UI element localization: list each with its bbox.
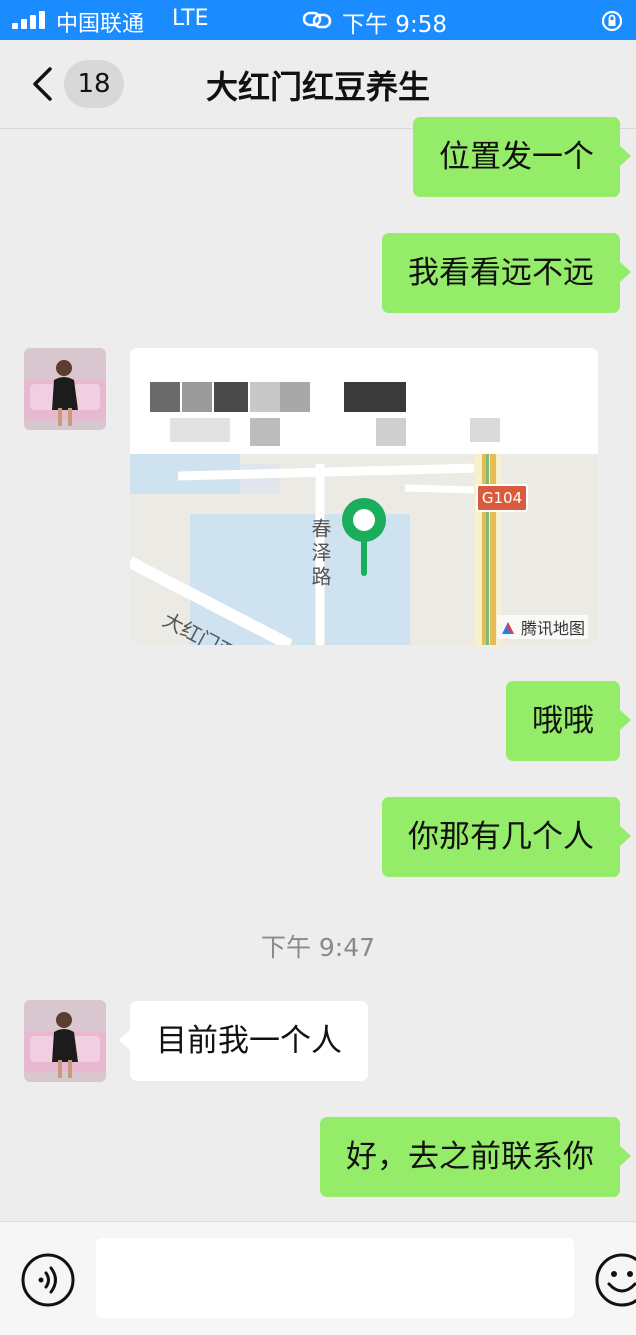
avatar-image (24, 348, 106, 430)
carrier-name: 中国联通 (56, 12, 145, 37)
message-timestamp: 下午 9:47 (260, 933, 376, 962)
message-bubble-outgoing[interactable]: 你那有几个人 (382, 797, 631, 877)
message-bubble-outgoing[interactable]: 我看看远不远 (382, 233, 631, 313)
back-icon[interactable] (30, 66, 56, 102)
signal-icon (12, 11, 48, 29)
message-bubble-outgoing[interactable]: 哦哦 (506, 681, 631, 761)
orientation-lock-icon (601, 10, 623, 32)
contact-avatar[interactable] (24, 1000, 106, 1082)
network-type: LTE (172, 6, 209, 31)
unread-count-badge[interactable]: 18 (64, 60, 124, 108)
map-credit-text: 腾讯地图 (520, 619, 585, 638)
input-bar (0, 1221, 636, 1335)
message-input[interactable] (96, 1238, 574, 1318)
avatar-image (24, 1000, 106, 1082)
map-credit: 腾讯地图 (496, 615, 588, 639)
status-time: 下午 9:58 (342, 12, 447, 38)
message-bubble-outgoing[interactable]: 好，去之前联系你 (320, 1117, 631, 1197)
status-bar: 中国联通 LTE 下午 9:58 (0, 0, 636, 40)
message-bubble-outgoing[interactable]: 位置发一个 (413, 117, 631, 197)
map-road-label-vertical: 春泽路 (308, 518, 332, 590)
location-message-card[interactable]: 春泽路 大红门西路 G104 腾讯地图 (130, 348, 598, 645)
emoji-icon[interactable] (594, 1252, 636, 1308)
chat-header: 18 大红门红豆养生 (0, 40, 636, 129)
tencent-map-logo-icon (501, 622, 514, 634)
location-text-redacted (150, 382, 580, 452)
chat-title: 大红门红豆养生 (205, 68, 430, 106)
contact-avatar[interactable] (24, 348, 106, 430)
voice-icon[interactable] (20, 1252, 76, 1308)
highway-badge: G104 (476, 484, 528, 512)
link-icon (302, 11, 332, 29)
message-bubble-incoming[interactable]: 目前我一个人 (119, 1001, 368, 1081)
